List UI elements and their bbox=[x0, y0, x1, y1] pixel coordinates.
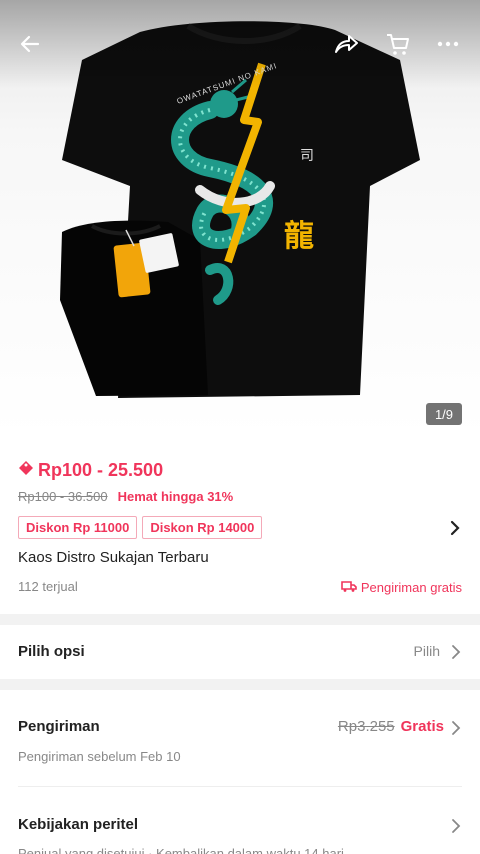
original-price: Rp100 - 36.500 bbox=[18, 489, 108, 504]
arrow-left-icon[interactable] bbox=[14, 28, 46, 60]
svg-text:龍: 龍 bbox=[284, 219, 314, 254]
image-counter: 1/9 bbox=[426, 403, 462, 425]
shipping-price[interactable]: Rp3.255 Gratis bbox=[338, 718, 444, 735]
more-horizontal-icon[interactable] bbox=[432, 28, 464, 60]
divider bbox=[18, 786, 462, 787]
sold-count: 112 terjual bbox=[18, 579, 78, 594]
free-shipping-badge: Pengiriman gratis bbox=[341, 579, 462, 596]
product-detail-screen: 龍 司 OWATATSUMI NO KAMI 1/9 bbox=[0, 0, 480, 854]
top-bar bbox=[0, 0, 480, 88]
voucher-chip[interactable]: Diskon Rp 14000 bbox=[142, 516, 263, 539]
chevron-right-icon[interactable] bbox=[450, 818, 462, 839]
select-option-row[interactable]: Pilih opsi Pilih bbox=[0, 625, 480, 679]
original-price-row: Rp100 - 36.500 Hemat hingga 31% bbox=[18, 489, 233, 504]
price-row: Rp100 - 25.500 bbox=[18, 460, 163, 481]
price-range: Rp100 - 25.500 bbox=[38, 460, 164, 480]
svg-text:司: 司 bbox=[300, 148, 314, 164]
free-shipping-label: Pengiriman gratis bbox=[360, 580, 462, 595]
cart-icon[interactable] bbox=[382, 28, 414, 60]
product-image-carousel[interactable]: 龍 司 OWATATSUMI NO KAMI 1/9 bbox=[0, 0, 480, 438]
option-action[interactable]: Pilih bbox=[414, 643, 440, 659]
shipping-card: Pengiriman Rp3.255 Gratis Pengiriman seb… bbox=[0, 690, 480, 854]
tag-icon bbox=[18, 460, 34, 481]
seller-policy-label[interactable]: Kebijakan peritel bbox=[18, 816, 138, 833]
option-label: Pilih opsi bbox=[18, 643, 85, 660]
voucher-list[interactable]: Diskon Rp 11000 Diskon Rp 14000 bbox=[18, 516, 263, 539]
shipping-label[interactable]: Pengiriman bbox=[18, 718, 100, 735]
voucher-chip[interactable]: Diskon Rp 11000 bbox=[18, 516, 138, 539]
chevron-right-icon[interactable] bbox=[450, 720, 462, 741]
chevron-right-icon[interactable] bbox=[448, 519, 462, 542]
product-info-card: Rp100 - 25.500 Rp100 - 36.500 Hemat hing… bbox=[0, 438, 480, 614]
share-icon[interactable] bbox=[330, 28, 362, 60]
shipping-old-price: Rp3.255 bbox=[337, 718, 395, 735]
seller-policy-detail: Penjual yang disetujui · Kembalikan dala… bbox=[18, 846, 344, 854]
truck-icon bbox=[341, 579, 357, 596]
chevron-right-icon bbox=[450, 644, 462, 665]
savings-label: Hemat hingga 31% bbox=[117, 489, 234, 504]
shipping-free-label: Gratis bbox=[400, 718, 444, 735]
product-title: Kaos Distro Sukajan Terbaru bbox=[18, 549, 209, 566]
shipping-eta: Pengiriman sebelum Feb 10 bbox=[18, 749, 181, 764]
